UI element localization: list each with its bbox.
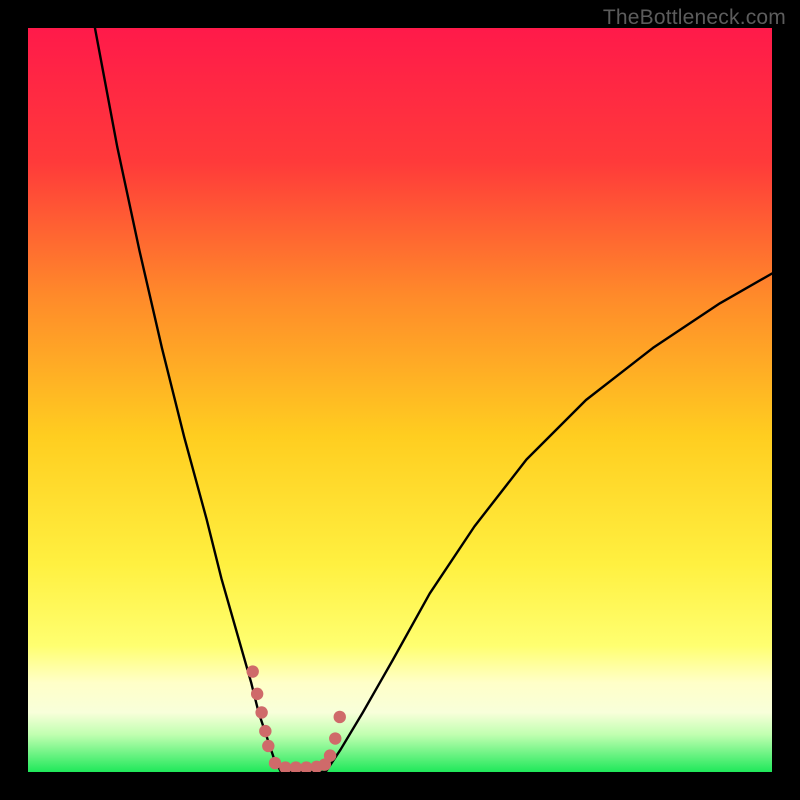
valley-dot	[262, 740, 274, 752]
watermark-text: TheBottleneck.com	[603, 6, 786, 30]
valley-dot	[329, 732, 341, 744]
series-right-branch	[326, 274, 772, 772]
valley-dot	[251, 688, 263, 700]
valley-dot	[324, 749, 336, 761]
valley-dot	[334, 711, 346, 723]
valley-dot	[259, 725, 271, 737]
plot-area	[28, 28, 772, 772]
series-left-branch	[95, 28, 281, 772]
curve-lines	[95, 28, 772, 772]
outer-frame: TheBottleneck.com	[0, 0, 800, 800]
valley-dot	[246, 665, 258, 677]
valley-dot	[255, 706, 267, 718]
chart-layer	[28, 28, 772, 772]
